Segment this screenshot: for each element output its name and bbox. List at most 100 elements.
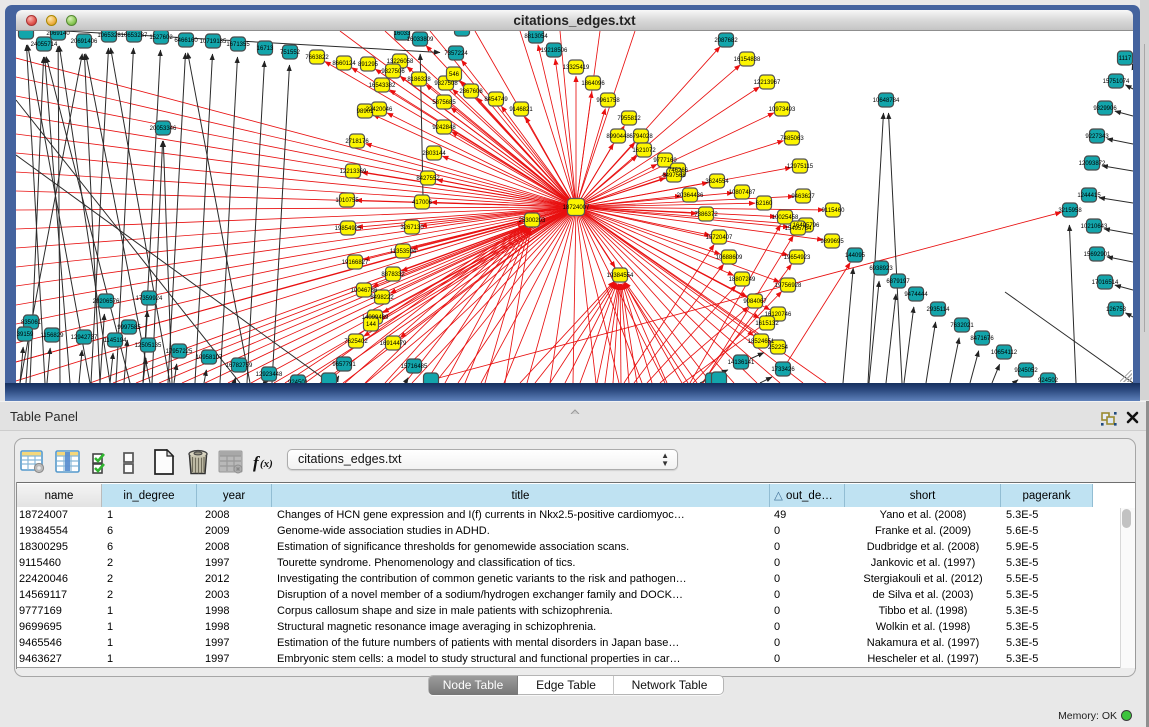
svg-text:10210643: 10210643 (1081, 224, 1108, 230)
svg-text:3267130: 3267130 (400, 225, 424, 231)
svg-text:1621072: 1621072 (632, 148, 656, 154)
svg-text:20691406: 20691406 (71, 39, 98, 45)
svg-text:126753: 126753 (1106, 307, 1127, 313)
svg-text:9997585: 9997585 (117, 325, 141, 331)
svg-text:8813054: 8813054 (524, 34, 548, 40)
svg-text:7663822: 7663822 (305, 55, 329, 61)
svg-text:9474444: 9474444 (904, 292, 928, 298)
svg-text:16543382: 16543382 (369, 83, 396, 89)
svg-text:7485063: 7485063 (780, 136, 804, 142)
svg-text:3215958: 3215958 (1058, 208, 1082, 214)
svg-text:12942737: 12942737 (71, 335, 98, 341)
svg-text:9227343: 9227343 (1085, 134, 1109, 140)
svg-text:12505135: 12505135 (135, 343, 162, 349)
svg-text:8498222: 8498222 (370, 295, 394, 301)
svg-text:7955812: 7955812 (617, 116, 641, 122)
svg-text:6794028: 6794028 (629, 134, 653, 140)
svg-text:10958107: 10958107 (196, 355, 223, 361)
svg-text:8186328: 8186328 (407, 77, 431, 83)
svg-text:12213967: 12213967 (754, 80, 781, 86)
svg-text:20053346: 20053346 (150, 126, 177, 132)
svg-text:19756928: 19756928 (775, 283, 802, 289)
svg-text:1145194: 1145194 (104, 338, 128, 344)
svg-text:10719185: 10719185 (200, 39, 227, 45)
svg-text:17957225: 17957225 (166, 349, 193, 355)
svg-text:16033809: 16033809 (407, 37, 434, 43)
svg-text:1010755: 1010755 (335, 198, 359, 204)
svg-text:1864096: 1864096 (581, 81, 605, 87)
svg-text:10648784: 10648784 (873, 98, 900, 104)
svg-text:9084067: 9084067 (743, 299, 767, 305)
svg-text:1156829: 1156829 (41, 333, 65, 339)
svg-text:2087682: 2087682 (714, 38, 738, 44)
svg-text:6497568: 6497568 (662, 173, 686, 179)
svg-text:7632021: 7632021 (950, 323, 974, 329)
svg-text:9327508: 9327508 (434, 81, 458, 87)
svg-text:144095: 144095 (845, 253, 866, 259)
svg-text:13325419: 13325419 (563, 65, 590, 71)
svg-text:8427552: 8427552 (416, 176, 440, 182)
svg-text:17359924: 17359924 (136, 296, 163, 302)
svg-text:16120746: 16120746 (765, 312, 792, 318)
svg-text:16713: 16713 (257, 46, 274, 52)
svg-text:18807249: 18807249 (729, 277, 756, 283)
svg-text:7386372: 7386372 (694, 212, 718, 218)
svg-text:20364436: 20364436 (677, 193, 704, 199)
svg-text:9242848: 9242848 (432, 125, 456, 131)
svg-text:15720407: 15720407 (706, 235, 733, 241)
svg-text:13226058: 13226058 (387, 59, 414, 65)
svg-text:12975115: 12975115 (787, 164, 814, 170)
svg-text:3624554: 3624554 (705, 179, 729, 185)
svg-text:10025458: 10025458 (772, 215, 799, 221)
svg-text:546: 546 (449, 72, 460, 78)
svg-text:1671355: 1671355 (226, 42, 250, 48)
svg-text:11353594: 11353594 (390, 249, 417, 255)
svg-text:10688609: 10688609 (716, 255, 743, 261)
svg-text:417006: 417006 (412, 200, 433, 206)
svg-text:6466160: 6466160 (174, 38, 198, 44)
svg-text:2935114: 2935114 (927, 307, 951, 313)
svg-text:9327506: 9327506 (381, 69, 405, 75)
svg-text:2803144: 2803144 (422, 151, 446, 157)
svg-text:9777169: 9777169 (653, 158, 677, 164)
svg-text:8878332: 8878332 (381, 272, 405, 278)
svg-text:252254: 252254 (768, 345, 789, 351)
svg-text:8990448: 8990448 (606, 134, 630, 140)
svg-text:9329906: 9329906 (1093, 106, 1117, 112)
svg-text:5875685: 5875685 (432, 100, 456, 106)
svg-text:6879197: 6879197 (886, 279, 910, 285)
svg-text:18724007: 18724007 (563, 205, 590, 211)
svg-text:9115460: 9115460 (822, 208, 846, 214)
svg-text:9146821: 9146821 (509, 107, 533, 113)
svg-text:1065328: 1065328 (97, 33, 121, 39)
svg-text:10654112: 10654112 (991, 350, 1018, 356)
svg-text:10653287: 10653287 (121, 33, 148, 39)
svg-text:24055714: 24055714 (31, 42, 58, 48)
svg-text:891295: 891295 (358, 62, 379, 68)
svg-text:9961758: 9961758 (596, 98, 620, 104)
svg-text:8471676: 8471676 (970, 336, 994, 342)
svg-text:1733426: 1733426 (771, 367, 795, 373)
svg-text:98901: 98901 (357, 109, 374, 115)
svg-text:12093872: 12093872 (1079, 161, 1106, 167)
svg-text:14099489: 14099489 (362, 315, 389, 321)
svg-text:19218506: 19218506 (541, 48, 568, 54)
svg-text:1615132: 1615132 (755, 321, 779, 327)
svg-text:10807487: 10807487 (729, 190, 756, 196)
svg-text:9463627: 9463627 (791, 194, 815, 200)
svg-text:15716485: 15716485 (401, 364, 428, 370)
svg-text:9657791: 9657791 (332, 362, 356, 368)
svg-text:7357224: 7357224 (444, 51, 468, 57)
svg-text:62160: 62160 (756, 201, 773, 207)
svg-text:25300203: 25300203 (519, 218, 546, 224)
svg-text:19654923: 19654923 (784, 255, 811, 261)
svg-text:751552: 751552 (280, 50, 301, 56)
svg-text:(x): (x) (260, 458, 273, 470)
svg-text:9899695: 9899695 (820, 239, 844, 245)
svg-text:7625402: 7625402 (344, 339, 368, 345)
svg-text:17016514: 17016514 (1092, 280, 1119, 286)
svg-text:1244415: 1244415 (1077, 193, 1101, 199)
svg-text:144: 144 (366, 322, 377, 328)
svg-text:8454749: 8454749 (484, 97, 508, 103)
svg-text:16914479: 16914479 (380, 341, 407, 347)
